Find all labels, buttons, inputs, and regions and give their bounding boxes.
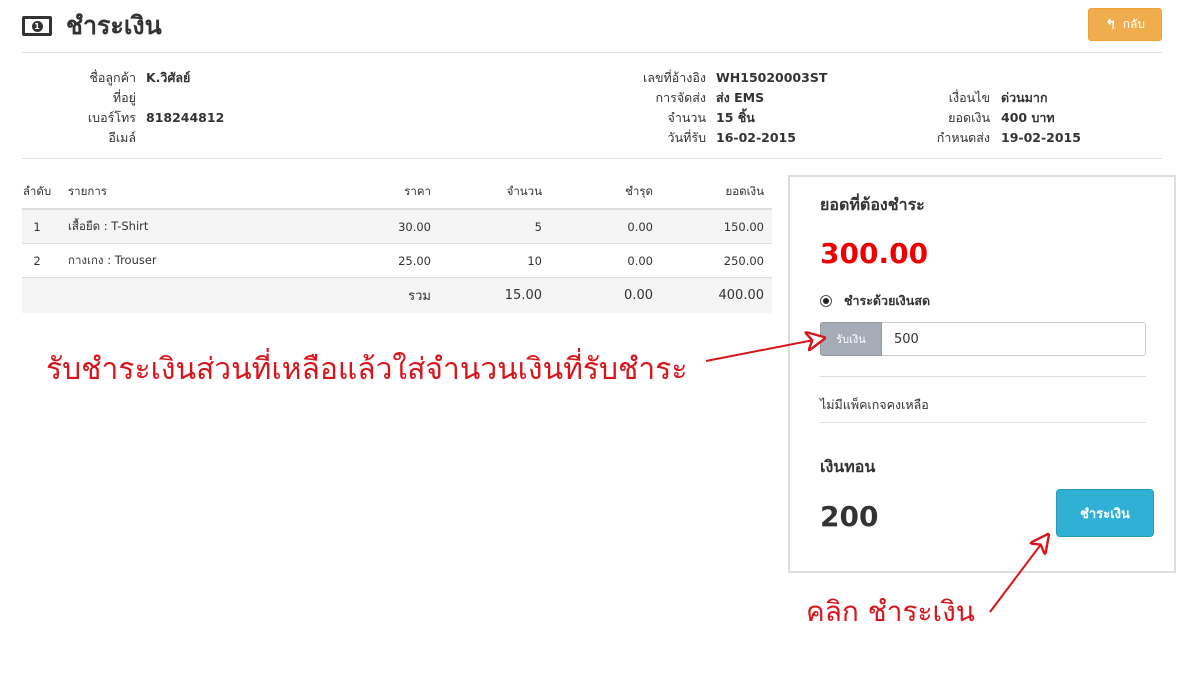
annotation-arrows <box>705 0 1196 613</box>
arrow-to-pay-button <box>989 535 1048 613</box>
arrow-to-input <box>705 338 824 362</box>
